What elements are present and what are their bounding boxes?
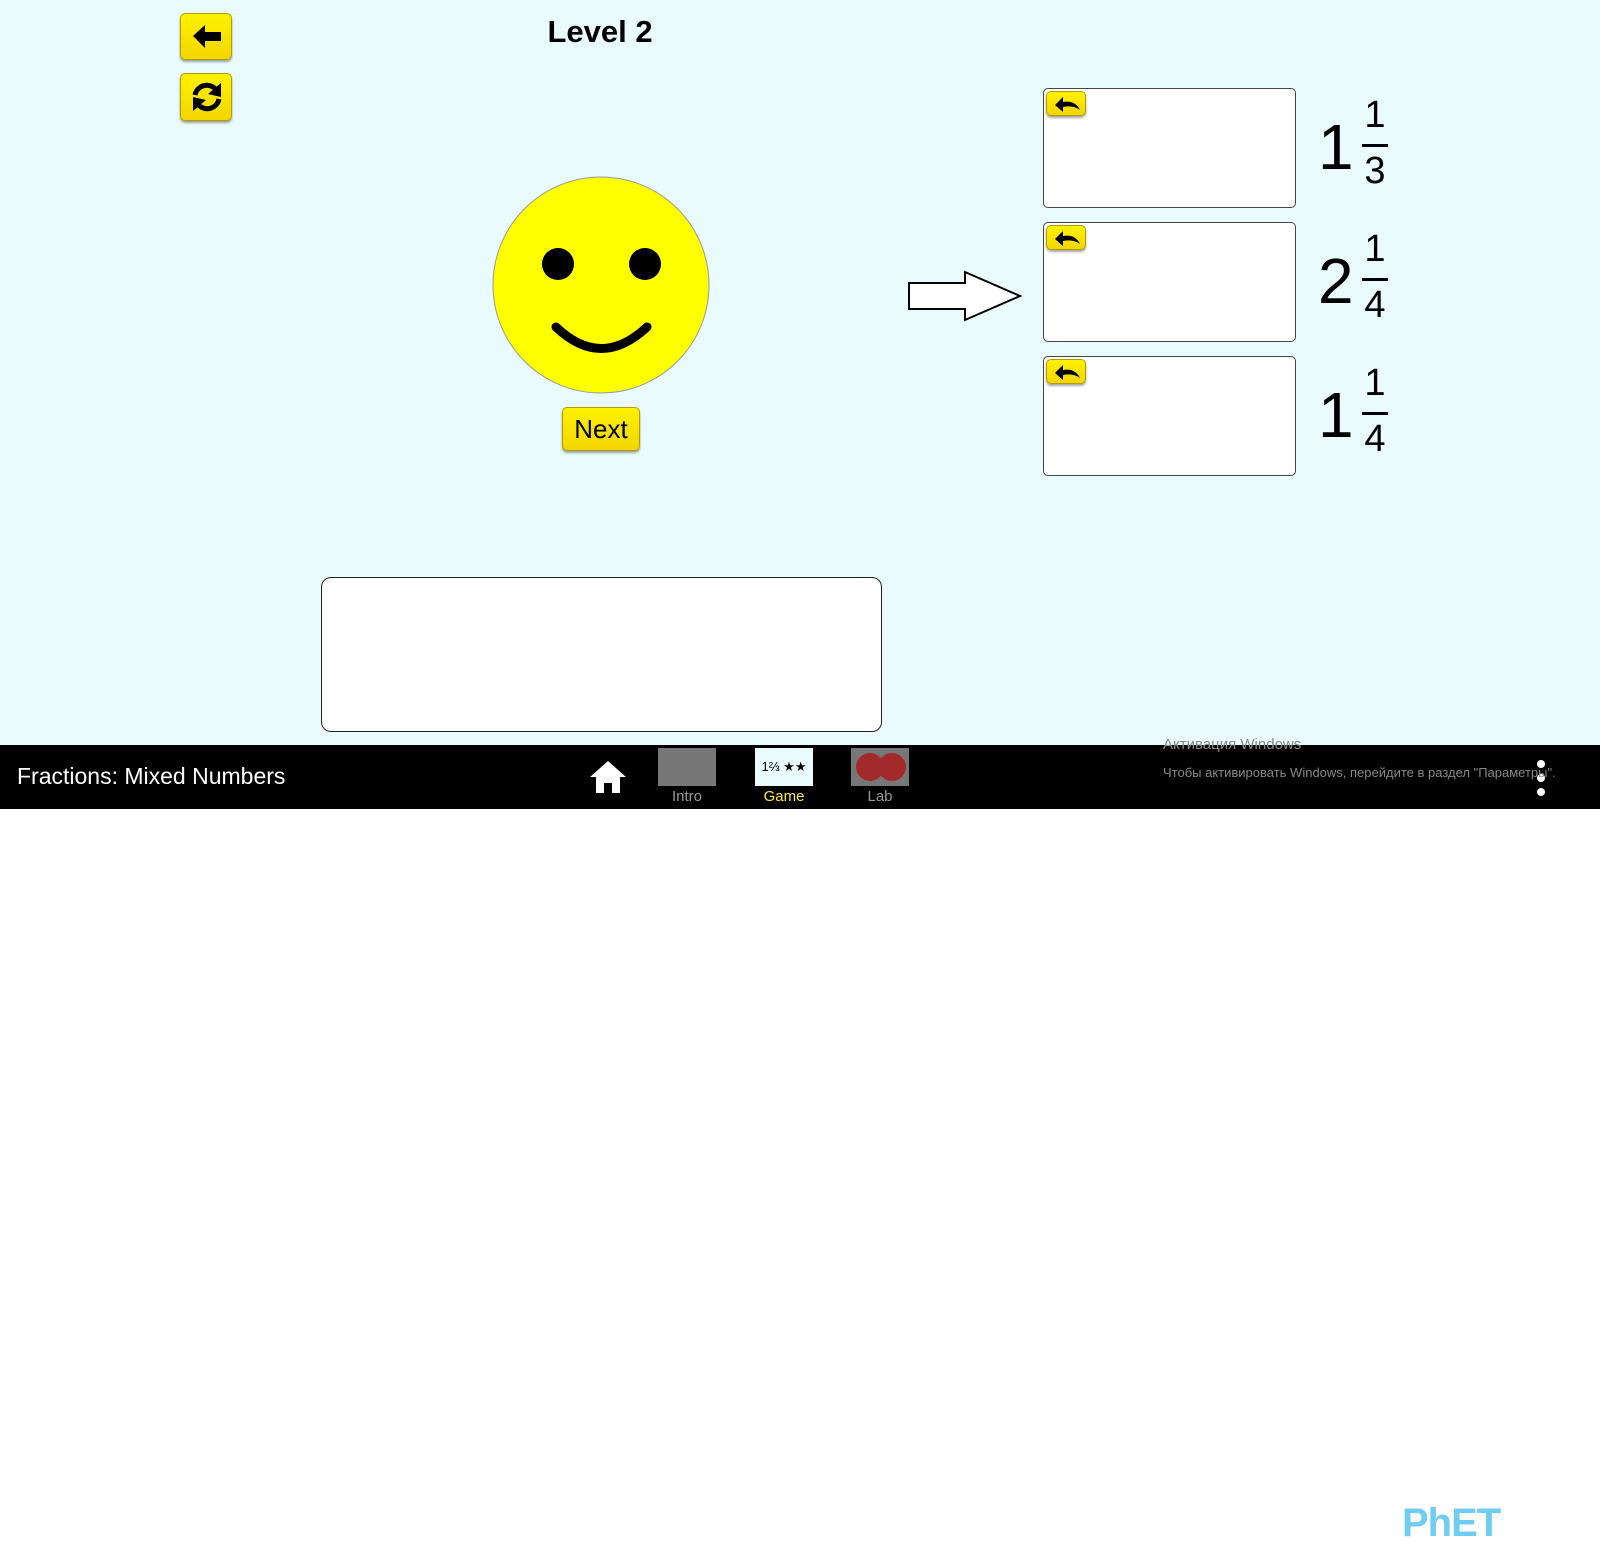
mixed-number-target: 113 (1318, 92, 1408, 202)
left-eye (542, 248, 574, 280)
undo-icon (1055, 97, 1080, 112)
phet-logo[interactable]: PhET (1402, 1501, 1501, 1546)
undo-button[interactable] (1046, 359, 1086, 384)
smiley-face (492, 176, 710, 394)
right-eye (629, 248, 661, 280)
game-thumbnail: 1⅔ ★★ (755, 748, 813, 786)
mixed-number-target: 114 (1318, 360, 1408, 470)
challenge-card[interactable] (1043, 222, 1296, 342)
windows-activation-watermark: Активация Windows Чтобы активировать Win… (1163, 736, 1556, 780)
undo-icon (1055, 365, 1080, 380)
mixed-number-target: 21 4 (1318, 226, 1408, 336)
denominator: 4 (1364, 284, 1386, 326)
whole-number: 1 (1318, 111, 1354, 183)
whole-number: 2 (1318, 245, 1354, 317)
numerator: 1 (1364, 228, 1386, 270)
challenge-card[interactable] (1043, 88, 1296, 208)
sim-title: Fractions: Mixed Numbers (17, 763, 286, 789)
pieces-toolbox (321, 577, 882, 732)
fraction-bar (1362, 412, 1388, 415)
numerator: 1 (1364, 94, 1386, 136)
undo-button[interactable] (1046, 91, 1086, 116)
home-icon[interactable] (588, 757, 628, 797)
denominator: 3 (1364, 150, 1386, 192)
undo-icon (1055, 231, 1080, 246)
screen-game[interactable]: 1⅔ ★★ Game (755, 748, 813, 805)
numerator: 1 (1364, 362, 1386, 404)
undo-button[interactable] (1046, 225, 1086, 250)
challenge-card[interactable] (1043, 356, 1296, 476)
lab-thumbnail (851, 748, 909, 786)
selection-arrow-icon (908, 270, 1023, 322)
denominator: 4 (1364, 418, 1386, 460)
whole-number: 1 (1318, 379, 1354, 451)
screen-intro[interactable]: Intro (658, 748, 716, 805)
play-area: Level 2 Next 113214114 (0, 0, 1600, 745)
fraction-bar (1362, 144, 1388, 147)
fraction-bar (1362, 278, 1388, 281)
intro-thumbnail (658, 748, 716, 786)
screen-lab[interactable]: Lab (851, 748, 909, 805)
next-button[interactable]: Next (562, 407, 640, 451)
